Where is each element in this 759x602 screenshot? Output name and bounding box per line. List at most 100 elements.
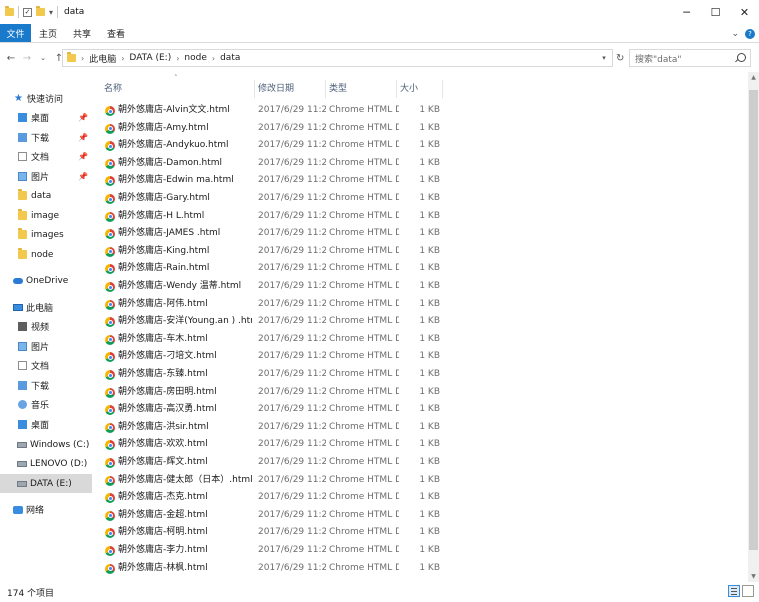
sidebar-item-pictures[interactable]: 图片 📌 bbox=[0, 167, 92, 186]
file-row[interactable]: 朝外悠庸店-柯明.html 2017/6/29 11:20 Chrome HTML … bbox=[94, 524, 748, 542]
breadcrumb-this-pc[interactable]: 此电脑 bbox=[89, 52, 116, 65]
file-row[interactable]: 朝外悠庸店-东臻.html 2017/6/29 11:20 Chrome HTML … bbox=[94, 366, 748, 384]
tab-file[interactable]: 文件 bbox=[0, 24, 31, 42]
navigation-pane: ★ 快速访问 桌面 📌 下载 📌 文档 📌 图片 📌 data image im… bbox=[0, 72, 94, 582]
column-header-date[interactable]: 修改日期 bbox=[252, 72, 322, 102]
sidebar-item-network[interactable]: 网络 bbox=[0, 500, 92, 519]
file-row[interactable]: 朝外悠庸店-阿伟.html 2017/6/29 11:20 Chrome HTML … bbox=[94, 296, 748, 314]
column-divider[interactable] bbox=[442, 80, 443, 98]
details-view-button[interactable] bbox=[728, 585, 740, 597]
sidebar-item-videos[interactable]: 视频 bbox=[0, 317, 92, 336]
scrollbar-thumb[interactable] bbox=[749, 90, 758, 550]
file-size: 1 KB bbox=[419, 316, 440, 327]
file-row[interactable]: 朝外悠庸店-Andykuo.html 2017/6/29 11:20 Chrome … bbox=[94, 137, 748, 155]
sidebar-item-documents[interactable]: 文档 📌 bbox=[0, 147, 92, 166]
file-row[interactable]: 朝外悠庸店-安洋(Young.an ) .html 2017/6/29 11:20… bbox=[94, 313, 748, 331]
large-icons-view-button[interactable] bbox=[742, 585, 754, 597]
sidebar-item-onedrive[interactable]: OneDrive bbox=[0, 271, 92, 290]
expand-ribbon-chevron-icon[interactable]: ⌄ bbox=[731, 29, 739, 39]
file-size: 1 KB bbox=[419, 404, 440, 415]
tab-share[interactable]: 共享 bbox=[65, 24, 99, 42]
ribbon-tabs: 文件 主页 共享 查看 ⌄ ? bbox=[0, 24, 759, 43]
search-input[interactable]: 搜索"data" bbox=[629, 49, 751, 67]
file-row[interactable]: 朝外悠庸店-李力.html 2017/6/29 11:20 Chrome HTML … bbox=[94, 542, 748, 560]
file-row[interactable]: 朝外悠庸店-Gary.html 2017/6/29 11:20 Chrome HTM… bbox=[94, 190, 748, 208]
file-row[interactable]: 朝外悠庸店-刁培文.html 2017/6/29 11:20 Chrome HTML… bbox=[94, 348, 748, 366]
breadcrumb-separator-icon[interactable]: › bbox=[81, 54, 84, 63]
file-row[interactable]: 朝外悠庸店-Edwin ma.html 2017/6/29 11:20 Chrome… bbox=[94, 172, 748, 190]
file-row[interactable]: 朝外悠庸店-高汉勇.html 2017/6/29 11:20 Chrome HTML… bbox=[94, 401, 748, 419]
minimize-button[interactable]: ─ bbox=[672, 0, 701, 24]
chrome-html-icon bbox=[105, 264, 115, 275]
sidebar-item-image[interactable]: image bbox=[0, 206, 92, 225]
sidebar-item-pc-pictures[interactable]: 图片 bbox=[0, 337, 92, 356]
file-date: 2017/6/29 11:20 bbox=[258, 157, 326, 168]
chrome-html-icon bbox=[105, 106, 115, 116]
file-row[interactable]: 朝外悠庸店-洪sir.html 2017/6/29 11:20 Chrome HTM… bbox=[94, 419, 748, 437]
breadcrumb-separator-icon[interactable]: › bbox=[121, 54, 124, 63]
column-header-name[interactable]: 名称 bbox=[98, 72, 254, 102]
recent-locations-chevron-icon[interactable]: ⌄ bbox=[35, 54, 51, 62]
file-row[interactable]: 朝外悠庸店-H L.html 2017/6/29 11:20 Chrome HTML… bbox=[94, 208, 748, 226]
address-bar[interactable]: › 此电脑 › DATA (E:) › node › data ▾ bbox=[62, 49, 613, 67]
file-row[interactable]: 朝外悠庸店-辉文.html 2017/6/29 11:20 Chrome HTML … bbox=[94, 454, 748, 472]
back-arrow-icon[interactable]: ← bbox=[3, 53, 19, 64]
sidebar-item-images[interactable]: images bbox=[0, 225, 92, 244]
file-row[interactable]: 朝外悠庸店-欢欢.html 2017/6/29 11:20 Chrome HTML … bbox=[94, 436, 748, 454]
folder-icon bbox=[18, 189, 27, 200]
vertical-scrollbar[interactable]: ▲ ▼ bbox=[748, 72, 759, 582]
sidebar-item-drive-e[interactable]: DATA (E:) bbox=[0, 474, 92, 493]
sidebar-item-pc-desktop[interactable]: 桌面 bbox=[0, 415, 92, 434]
file-row[interactable]: 朝外悠庸店-JAMES .html 2017/6/29 11:20 Chrome H… bbox=[94, 225, 748, 243]
sidebar-item-downloads[interactable]: 下载 📌 bbox=[0, 128, 92, 147]
scroll-down-arrow-icon[interactable]: ▼ bbox=[748, 571, 759, 582]
sidebar-item-drive-d[interactable]: LENOVO (D:) bbox=[0, 454, 92, 473]
breadcrumb-data[interactable]: data bbox=[220, 53, 240, 63]
breadcrumb-separator-icon[interactable]: › bbox=[212, 54, 215, 63]
file-row[interactable]: 朝外悠庸店-Rain.html 2017/6/29 11:20 Chrome HTM… bbox=[94, 260, 748, 278]
address-history-chevron-icon[interactable]: ▾ bbox=[596, 50, 612, 66]
file-date: 2017/6/29 11:20 bbox=[258, 509, 326, 520]
file-row[interactable]: 朝外悠庸店-Wendy 温蒂.html 2017/6/29 11:20 Chrome… bbox=[94, 278, 748, 296]
file-name: 朝外悠庸店-林枫.html bbox=[118, 562, 208, 573]
breadcrumb-separator-icon[interactable]: › bbox=[176, 54, 179, 63]
file-row[interactable]: 朝外悠庸店-Damon.html 2017/6/29 11:20 Chrome HT… bbox=[94, 155, 748, 173]
properties-check-icon[interactable]: ✓ bbox=[23, 7, 32, 17]
sidebar-item-quick-access[interactable]: ★ 快速访问 bbox=[0, 89, 92, 108]
tab-view[interactable]: 查看 bbox=[99, 24, 133, 42]
file-row[interactable]: 朝外悠庸店-杰克.html 2017/6/29 11:20 Chrome HTML … bbox=[94, 489, 748, 507]
refresh-icon[interactable]: ↻ bbox=[616, 53, 624, 64]
file-row[interactable]: 朝外悠庸店-林枫.html 2017/6/29 11:20 Chrome HTML … bbox=[94, 560, 748, 578]
sidebar-item-pc-downloads[interactable]: 下载 bbox=[0, 376, 92, 395]
breadcrumb-node[interactable]: node bbox=[184, 53, 206, 63]
sidebar-item-pc-documents[interactable]: 文档 bbox=[0, 356, 92, 375]
forward-arrow-icon[interactable]: → bbox=[19, 53, 35, 64]
help-icon[interactable]: ? bbox=[745, 28, 755, 39]
scroll-up-arrow-icon[interactable]: ▲ bbox=[748, 72, 759, 83]
file-row[interactable]: 朝外悠庸店-车木.html 2017/6/29 11:20 Chrome HTML … bbox=[94, 331, 748, 349]
sidebar-item-music[interactable]: 音乐 bbox=[0, 395, 92, 414]
breadcrumb-data-drive[interactable]: DATA (E:) bbox=[129, 53, 171, 63]
sidebar-item-this-pc[interactable]: 此电脑 bbox=[0, 298, 92, 317]
file-row[interactable]: 朝外悠庸店-Amy.html 2017/6/29 11:20 Chrome HTML… bbox=[94, 120, 748, 138]
file-row[interactable]: 朝外悠庸店-Alvin文文.html 2017/6/29 11:20 Chrome … bbox=[94, 102, 748, 120]
new-folder-icon[interactable] bbox=[36, 6, 45, 16]
close-button[interactable]: ✕ bbox=[730, 0, 759, 24]
file-row[interactable]: 朝外悠庸店-金超.html 2017/6/29 11:20 Chrome HTML … bbox=[94, 507, 748, 525]
sidebar-item-desktop[interactable]: 桌面 📌 bbox=[0, 108, 92, 127]
file-row[interactable]: 朝外悠庸店-King.html 2017/6/29 11:20 Chrome HTM… bbox=[94, 243, 748, 261]
customize-toolbar-chevron-icon[interactable]: ▾ bbox=[49, 8, 53, 17]
maximize-button[interactable]: ☐ bbox=[701, 0, 730, 24]
search-icon[interactable] bbox=[737, 53, 746, 62]
sidebar-item-drive-c[interactable]: Windows (C:) bbox=[0, 435, 92, 454]
tab-home[interactable]: 主页 bbox=[31, 24, 65, 42]
file-row[interactable]: 朝外悠庸店-房田明.html 2017/6/29 11:20 Chrome HTML… bbox=[94, 384, 748, 402]
file-row[interactable]: 朝外悠庸店-健太郎（日本）.html 2017/6/29 11:20 Chrome … bbox=[94, 472, 748, 490]
sidebar-item-data[interactable]: data bbox=[0, 186, 92, 205]
sidebar-item-node[interactable]: node bbox=[0, 245, 92, 264]
file-type: Chrome HTML D... bbox=[329, 457, 399, 467]
column-header-size[interactable]: 大小 bbox=[394, 72, 440, 102]
folder-icon[interactable] bbox=[5, 6, 14, 16]
document-icon bbox=[18, 152, 27, 161]
column-header-type[interactable]: 类型 bbox=[323, 72, 393, 102]
